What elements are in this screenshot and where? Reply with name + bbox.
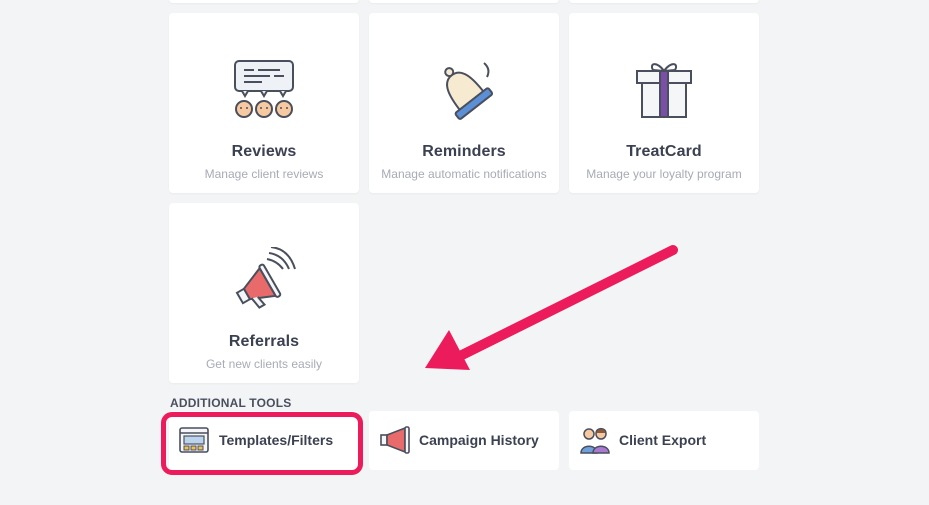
annotation-arrow bbox=[425, 245, 678, 370]
